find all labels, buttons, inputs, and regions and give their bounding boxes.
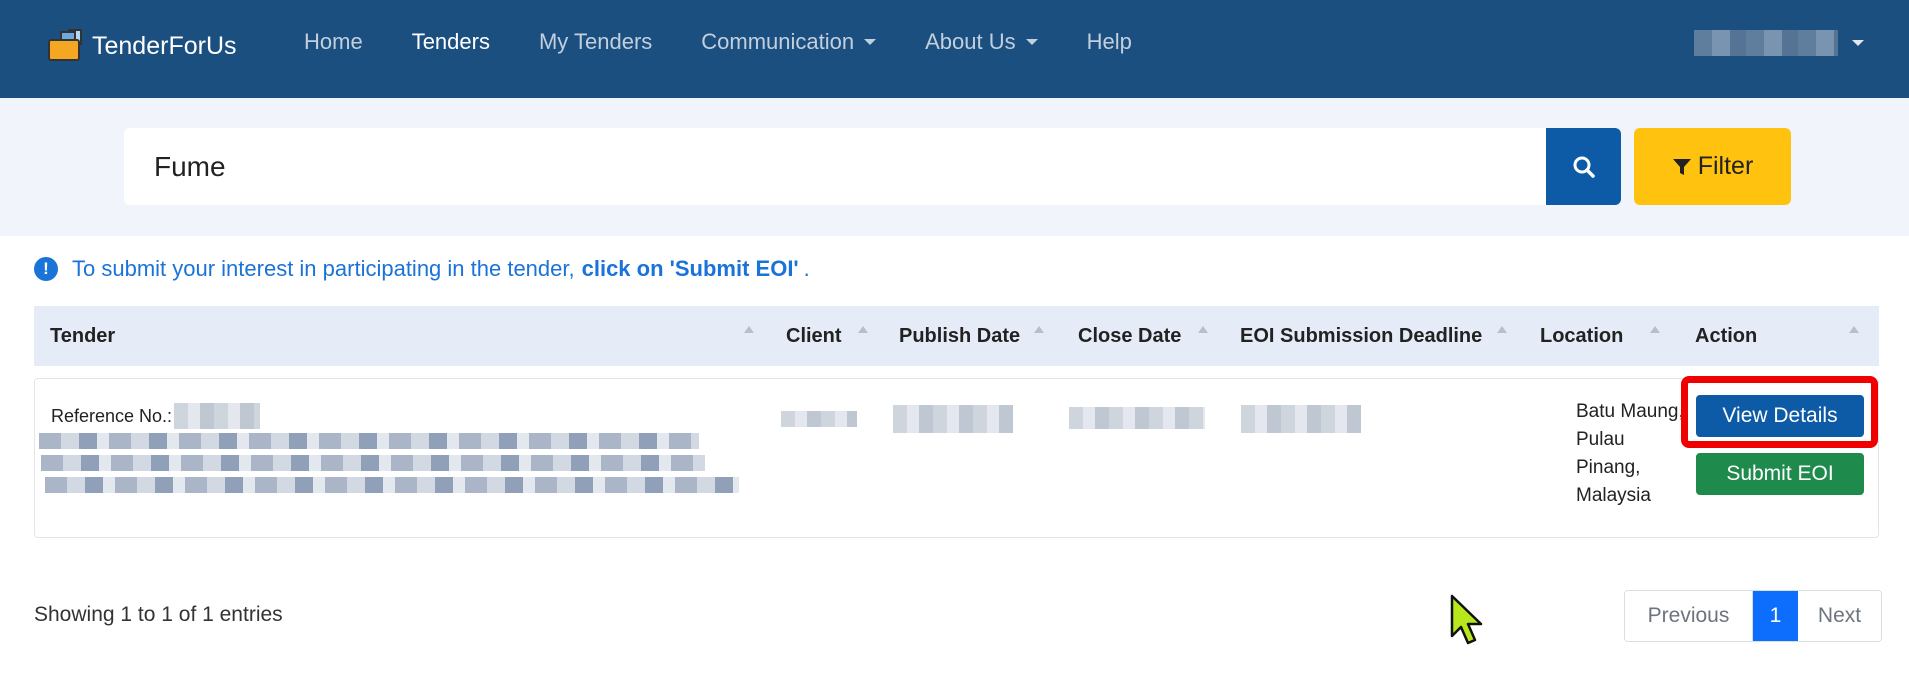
pagination: Previous 1 Next xyxy=(1624,590,1882,642)
user-name-redacted xyxy=(1694,30,1838,56)
sort-icon[interactable] xyxy=(744,326,754,333)
close-date-redacted xyxy=(1069,407,1205,429)
exclamation-circle-icon: ! xyxy=(34,257,58,281)
pagination-next[interactable]: Next xyxy=(1798,591,1881,641)
entries-info: Showing 1 to 1 of 1 entries xyxy=(34,603,283,626)
nav-about-us[interactable]: About Us xyxy=(925,29,1038,55)
tender-title-redacted xyxy=(39,433,699,449)
info-bold: click on 'Submit EOI' xyxy=(581,256,799,281)
search-input[interactable]: Fume xyxy=(124,128,1546,205)
filter-icon xyxy=(1672,158,1691,175)
sort-icon[interactable] xyxy=(1034,326,1044,333)
pagination-previous[interactable]: Previous xyxy=(1625,591,1753,641)
main-nav: Home Tenders My Tenders Communication Ab… xyxy=(304,29,1181,55)
nav-help[interactable]: Help xyxy=(1087,29,1132,55)
table-row: Reference No.: Batu Maung, Pulau Pinang,… xyxy=(34,378,1879,538)
publish-date-redacted xyxy=(893,405,1013,433)
nav-tenders[interactable]: Tenders xyxy=(412,29,490,55)
pagination-page-1[interactable]: 1 xyxy=(1753,591,1798,641)
caret-down-icon xyxy=(1852,40,1864,46)
search-button[interactable] xyxy=(1546,128,1621,205)
search-icon xyxy=(1573,156,1595,178)
col-action: Action xyxy=(1695,324,1758,347)
sort-icon[interactable] xyxy=(1650,326,1660,333)
caret-down-icon xyxy=(864,39,877,45)
folder-logo-icon xyxy=(44,29,84,63)
client-redacted xyxy=(781,411,857,427)
col-close-date[interactable]: Close Date xyxy=(1078,306,1181,366)
sort-icon[interactable] xyxy=(1497,326,1507,333)
navbar: TenderForUs Home Tenders My Tenders Comm… xyxy=(0,0,1909,98)
user-menu[interactable] xyxy=(1694,30,1864,56)
sort-icon[interactable] xyxy=(1198,326,1208,333)
col-eoi-deadline[interactable]: EOI Submission Deadline xyxy=(1240,306,1482,366)
col-tender[interactable]: Tender xyxy=(50,306,115,366)
brand[interactable]: TenderForUs xyxy=(44,26,237,66)
tender-title-redacted xyxy=(45,477,739,493)
submit-eoi-button[interactable]: Submit EOI xyxy=(1696,453,1864,495)
tender-title-redacted xyxy=(41,455,705,471)
nav-home[interactable]: Home xyxy=(304,29,363,55)
eoi-deadline-redacted xyxy=(1241,405,1361,433)
brand-name: TenderForUs xyxy=(92,31,237,60)
reference-redacted xyxy=(174,403,261,429)
table-header: Tender Client Publish Date Close Date EO… xyxy=(34,306,1879,366)
location-cell: Batu Maung, Pulau Pinang, Malaysia xyxy=(1576,401,1684,506)
filter-button[interactable]: Filter xyxy=(1634,128,1791,205)
col-client[interactable]: Client xyxy=(786,306,842,366)
reference-number: Reference No.: xyxy=(51,403,261,429)
sort-icon[interactable] xyxy=(858,326,868,333)
sort-icon xyxy=(1849,326,1859,333)
highlight-box xyxy=(1681,376,1878,448)
caret-down-icon xyxy=(1025,39,1038,45)
search-band: Fume Filter xyxy=(0,98,1909,236)
info-message: ! To submit your interest in participati… xyxy=(34,256,810,282)
col-publish-date[interactable]: Publish Date xyxy=(899,306,1020,366)
nav-my-tenders[interactable]: My Tenders xyxy=(539,29,652,55)
mouse-cursor-icon xyxy=(1450,594,1483,645)
col-location[interactable]: Location xyxy=(1540,306,1623,366)
nav-communication[interactable]: Communication xyxy=(701,29,877,55)
